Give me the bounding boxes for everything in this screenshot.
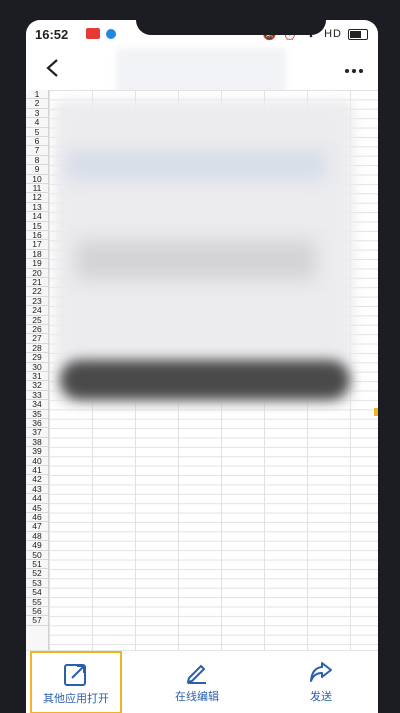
battery-icon: [348, 28, 368, 40]
notification-dot-icon: [106, 29, 116, 39]
scroll-handle[interactable]: [374, 408, 378, 416]
send-button[interactable]: 发送: [266, 651, 376, 713]
bottom-action-bar: 其他应用打开 在线编辑 发送: [26, 650, 378, 713]
blurred-content-band: [66, 150, 326, 180]
open-with-other-app-label: 其他应用打开: [43, 693, 109, 705]
app-screen: 16:52 🔕 ⏰ HD 123456789101112: [26, 20, 378, 713]
edit-online-label: 在线编辑: [175, 691, 219, 703]
share-arrow-icon: [308, 659, 334, 685]
open-external-icon: [63, 661, 89, 687]
back-button[interactable]: [40, 54, 64, 85]
more-dots-icon: [345, 69, 363, 73]
status-time: 16:52: [35, 27, 69, 42]
open-with-other-app-button[interactable]: 其他应用打开: [30, 651, 122, 713]
pencil-icon: [184, 659, 210, 685]
blurred-content-band: [76, 240, 316, 280]
send-label: 发送: [310, 691, 332, 703]
blurred-dark-band: [60, 360, 350, 400]
notification-app-icon: [86, 28, 100, 39]
camera-notch: [136, 20, 326, 35]
row-number[interactable]: 57: [26, 615, 48, 626]
edit-online-button[interactable]: 在线编辑: [142, 651, 252, 713]
network-type: HD: [324, 28, 342, 40]
spreadsheet-view[interactable]: 1 2 3 4 5 6 7 8 9 10 11 12 13 14 15 16 17 18 19 20 21 22 23 24 2…: [26, 89, 378, 650]
row-header-column: 1 2 3 4 5 6 7 8 9 10 11 12 13 14 15 16 17 18 19 20 21 22 23 24 2…: [26, 89, 49, 650]
chevron-left-icon: [46, 59, 58, 77]
more-button[interactable]: [344, 54, 364, 80]
top-bar: [26, 48, 378, 108]
phone-frame: 16:52 🔕 ⏰ HD 123456789101112: [0, 0, 400, 713]
